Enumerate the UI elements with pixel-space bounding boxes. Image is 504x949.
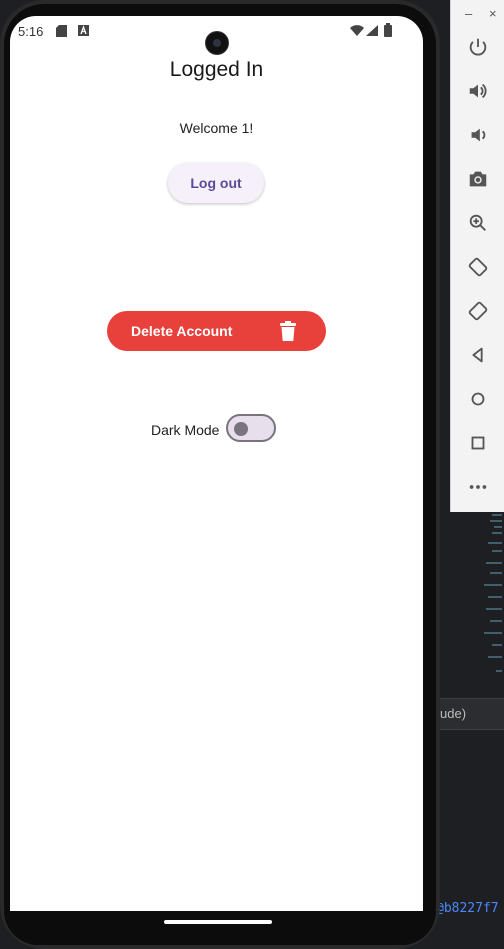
trash-icon: [280, 321, 296, 341]
ide-code-area: [440, 512, 504, 696]
back-icon[interactable]: [465, 342, 491, 368]
minimize-icon[interactable]: –: [465, 4, 472, 24]
logout-button-label: Log out: [190, 175, 242, 191]
signal-icon: [366, 25, 378, 36]
delete-account-label: Delete Account: [131, 323, 233, 339]
dark-mode-toggle[interactable]: [226, 414, 276, 442]
volume-down-icon[interactable]: [465, 122, 491, 148]
camera-icon[interactable]: [465, 166, 491, 192]
logout-button[interactable]: Log out: [168, 163, 264, 203]
rotate-left-icon[interactable]: [465, 254, 491, 280]
app-screen: 5:16 Logged In Welcome 1! Log out Delete…: [10, 16, 423, 911]
gesture-nav-bar: [4, 911, 436, 945]
welcome-text: Welcome 1!: [179, 120, 254, 136]
emulator-window-controls: – ×: [451, 4, 504, 24]
volume-up-icon[interactable]: [465, 78, 491, 104]
delete-account-button[interactable]: Delete Account: [107, 311, 326, 351]
zoom-icon[interactable]: [465, 210, 491, 236]
dark-mode-label: Dark Mode: [151, 422, 220, 438]
wifi-icon: [350, 25, 364, 36]
close-icon[interactable]: ×: [489, 4, 497, 24]
ide-tab-label: ude): [440, 706, 467, 721]
commit-hash: @b8227f7: [436, 901, 499, 916]
home-icon[interactable]: [465, 386, 491, 412]
battery-icon: [384, 23, 392, 37]
keyboard-a-icon: [78, 25, 89, 36]
page-title: Logged In: [169, 58, 264, 81]
front-camera: [206, 32, 228, 54]
ide-tab[interactable]: ude): [440, 698, 504, 730]
rotate-right-icon[interactable]: [465, 298, 491, 324]
power-icon[interactable]: [465, 34, 491, 60]
home-gesture-handle[interactable]: [164, 920, 272, 924]
more-icon[interactable]: [465, 474, 491, 500]
overview-icon[interactable]: [465, 430, 491, 456]
toggle-knob: [234, 422, 248, 436]
dark-mode-row: Dark Mode: [10, 414, 423, 444]
sd-card-icon: [56, 25, 67, 37]
emulator-toolbar: – ×: [450, 0, 504, 512]
status-time: 5:16: [18, 24, 44, 39]
